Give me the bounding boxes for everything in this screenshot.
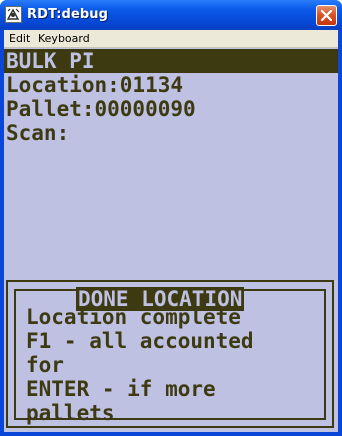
menu-edit[interactable]: Edit <box>9 32 30 45</box>
screen-title: BULK PI <box>6 49 95 73</box>
menu-keyboard[interactable]: Keyboard <box>38 32 90 45</box>
dialog-line-5: pallets <box>26 401 115 425</box>
close-button[interactable] <box>316 5 337 26</box>
terminal-screen[interactable]: BULK PI Location:01134 Pallet:00000090 S… <box>4 48 338 432</box>
client-area: Edit Keyboard BULK PI Location:01134 Pal… <box>4 30 338 432</box>
window-title: RDT:debug <box>27 7 109 22</box>
rdt-app-icon[interactable] <box>5 6 22 23</box>
close-icon <box>321 10 332 21</box>
dialog-line-3: for <box>26 353 64 377</box>
title-bar[interactable]: RDT:debug <box>0 0 342 30</box>
scan-field[interactable]: Scan: <box>6 121 69 145</box>
dialog-line-4: ENTER - if more <box>26 377 216 401</box>
done-location-dialog: Location complete F1 - all accounted for… <box>6 280 334 428</box>
dialog-title: DONE LOCATION <box>76 287 245 311</box>
pallet-field: Pallet:00000090 <box>6 97 196 121</box>
location-field: Location:01134 <box>6 73 184 97</box>
menu-bar: Edit Keyboard <box>4 30 338 48</box>
rdt-window: RDT:debug Edit Keyboard BULK PI Location… <box>0 0 342 436</box>
screen-header-bar: BULK PI <box>4 49 338 73</box>
dialog-frame: Location complete F1 - all accounted for… <box>14 287 326 425</box>
dialog-line-2: F1 - all accounted <box>26 329 254 353</box>
